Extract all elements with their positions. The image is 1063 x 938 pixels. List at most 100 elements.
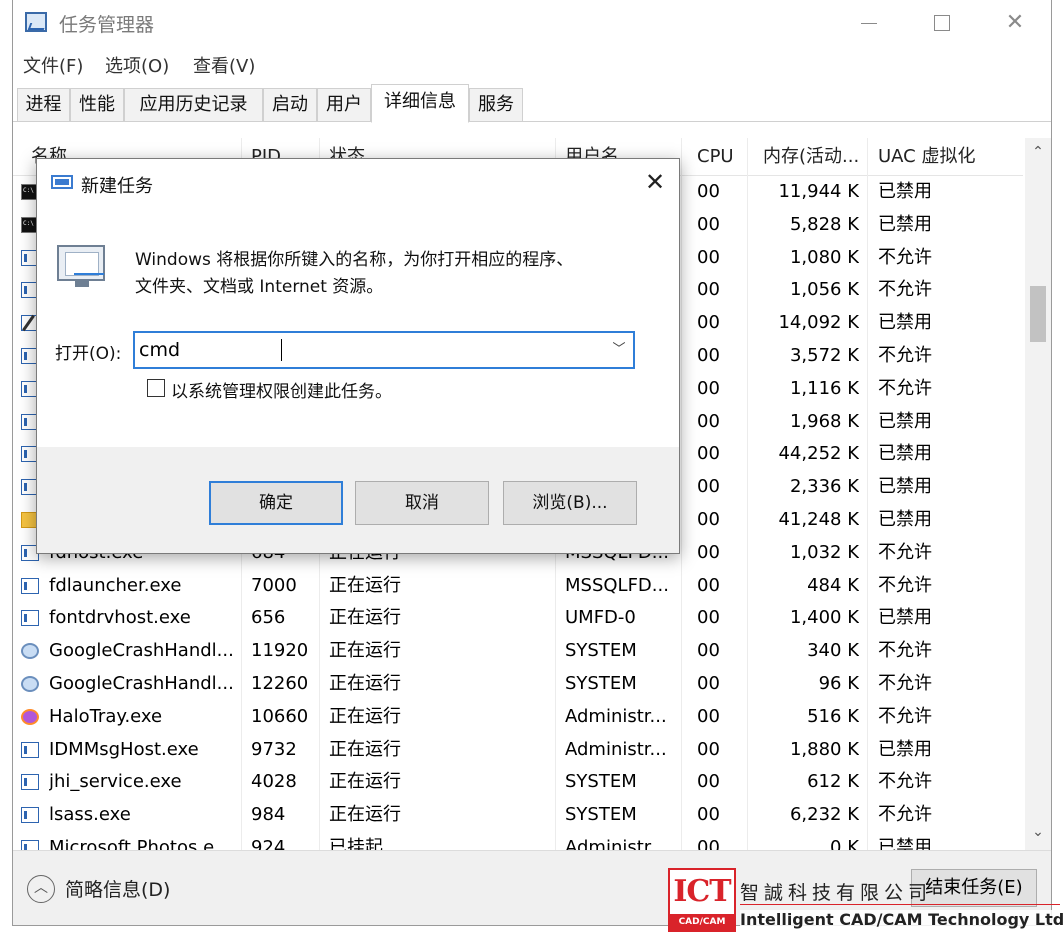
tab-startup[interactable]: 启动 <box>263 88 317 122</box>
scroll-up-icon[interactable]: ⌃ <box>1025 144 1051 166</box>
table-row[interactable]: Microsoft.Photos.e... 924 已挂起 Administr... 0… <box>13 832 1023 850</box>
process-cpu: 00 <box>697 312 720 334</box>
process-uac: 已禁用 <box>878 443 932 465</box>
menu-file[interactable]: 文件(F) <box>23 52 83 78</box>
process-cpu: 00 <box>697 738 720 760</box>
title-bar: 任务管理器 ✕ <box>13 0 1051 46</box>
chevron-up-icon[interactable]: ︿ <box>27 875 55 903</box>
browse-button[interactable]: 浏览(B)... <box>503 481 637 525</box>
cancel-button[interactable]: 取消 <box>355 481 489 525</box>
process-uac: 已禁用 <box>878 508 932 530</box>
process-uac: 不允许 <box>878 804 932 826</box>
process-uac: 不允许 <box>878 640 932 662</box>
process-memory: 5,828 K <box>789 213 859 235</box>
process-username: SYSTEM <box>565 771 637 793</box>
maximize-button[interactable] <box>906 0 978 46</box>
dialog-close-button[interactable]: ✕ <box>641 169 669 197</box>
task-manager-icon <box>25 12 47 32</box>
process-status: 正在运行 <box>329 705 401 727</box>
ok-button[interactable]: 确定 <box>209 481 343 525</box>
scrollbar-thumb[interactable] <box>1030 286 1046 342</box>
logo-text: ICT <box>673 874 731 909</box>
company-logo: ICT CAD/CAM <box>668 868 736 932</box>
process-cpu: 00 <box>697 476 720 498</box>
process-memory: 1,056 K <box>789 279 859 301</box>
admin-privileges-label[interactable]: 以系统管理权限创建此任务。 <box>171 377 392 402</box>
process-memory: 1,116 K <box>789 377 859 399</box>
process-pid: 656 <box>251 607 286 629</box>
process-name: Microsoft.Photos.e... <box>49 836 232 850</box>
globe-icon <box>21 643 39 660</box>
open-label: 打开(O): <box>55 344 122 364</box>
process-cpu: 00 <box>697 508 720 530</box>
tab-users[interactable]: 用户 <box>317 88 371 122</box>
process-uac: 不允许 <box>878 705 932 727</box>
process-uac: 已禁用 <box>878 181 932 202</box>
process-memory: 41,248 K <box>778 508 859 530</box>
close-button[interactable]: ✕ <box>979 0 1051 46</box>
process-status: 正在运行 <box>329 640 401 662</box>
tab-services[interactable]: 服务 <box>469 88 523 122</box>
table-row[interactable]: GoogleCrashHandl... 11920 正在运行 SYSTEM 00 340 … <box>13 635 1023 668</box>
process-name: GoogleCrashHandl... <box>49 640 234 662</box>
process-memory: 1,880 K <box>789 738 859 760</box>
run-program-icon <box>57 245 107 289</box>
tab-details[interactable]: 详细信息 <box>371 84 469 123</box>
process-memory: 14,092 K <box>778 312 859 334</box>
open-combobox[interactable]: ﹀ <box>133 331 635 369</box>
tab-processes[interactable]: 进程 <box>17 88 70 122</box>
tab-bar: 进程 性能 应用历史记录 启动 用户 详细信息 服务 <box>17 84 1051 123</box>
dialog-title: 新建任务 <box>81 176 153 197</box>
app-icon <box>21 610 39 627</box>
process-uac: 已禁用 <box>878 312 932 334</box>
chevron-down-icon[interactable]: ﹀ <box>607 337 631 363</box>
process-uac: 不允许 <box>878 246 932 268</box>
process-pid: 11920 <box>251 640 309 662</box>
process-cpu: 00 <box>697 246 720 268</box>
process-memory: 1,080 K <box>789 246 859 268</box>
process-username: Administr... <box>565 738 667 760</box>
column-memory[interactable]: 内存(活动... <box>753 138 867 176</box>
process-username: MSSQLFD... <box>565 574 669 596</box>
table-row[interactable]: fontdrvhost.exe 656 正在运行 UMFD-0 00 1,400 K 已禁用 <box>13 602 1023 635</box>
menu-view[interactable]: 查看(V) <box>193 52 255 78</box>
process-cpu: 00 <box>697 607 720 629</box>
process-name: HaloTray.exe <box>49 705 163 727</box>
process-username: SYSTEM <box>565 640 637 662</box>
table-row[interactable]: jhi_service.exe 4028 正在运行 SYSTEM 00 612 K 不允许 <box>13 766 1023 799</box>
process-status: 正在运行 <box>329 574 401 596</box>
process-cpu: 00 <box>697 443 720 465</box>
table-row[interactable]: GoogleCrashHandl... 12260 正在运行 SYSTEM 00 96 K… <box>13 668 1023 701</box>
column-cpu[interactable]: CPU <box>687 138 745 176</box>
process-memory: 2,336 K <box>789 476 859 498</box>
admin-privileges-checkbox[interactable] <box>147 379 165 397</box>
menu-options[interactable]: 选项(O) <box>105 52 169 78</box>
process-username: Administr... <box>565 705 667 727</box>
process-status: 已挂起 <box>329 836 383 850</box>
halo-icon <box>21 708 39 725</box>
tab-app-history[interactable]: 应用历史记录 <box>124 88 263 122</box>
open-input[interactable] <box>139 335 599 365</box>
process-cpu: 00 <box>697 181 720 202</box>
process-memory: 44,252 K <box>778 443 859 465</box>
tab-performance[interactable]: 性能 <box>70 88 124 122</box>
column-uac[interactable]: UAC 虚拟化 <box>868 138 1018 176</box>
process-memory: 96 K <box>818 672 859 694</box>
scroll-down-icon[interactable]: ⌄ <box>1025 824 1051 846</box>
fewer-details-link[interactable]: 简略信息(D) <box>65 875 170 902</box>
run-icon <box>51 175 73 189</box>
minimize-button[interactable] <box>833 0 905 46</box>
process-cpu: 00 <box>697 672 720 694</box>
table-row[interactable]: IDMMsgHost.exe 9732 正在运行 Administr... 00 1,88… <box>13 734 1023 767</box>
process-status: 正在运行 <box>329 738 401 760</box>
create-new-task-dialog: 新建任务 ✕ Windows 将根据你所键入的名称，为你打开相应的程序、 文件夹… <box>36 158 680 554</box>
table-row[interactable]: HaloTray.exe 10660 正在运行 Administr... 00 516 K… <box>13 701 1023 734</box>
company-name-chinese: 智誠科技有限公司 <box>740 882 933 904</box>
process-memory: 1,032 K <box>789 541 859 563</box>
process-username: SYSTEM <box>565 804 637 826</box>
process-pid: 984 <box>251 804 286 826</box>
table-row[interactable]: fdlauncher.exe 7000 正在运行 MSSQLFD... 00 484 K 不… <box>13 570 1023 603</box>
process-cpu: 00 <box>697 213 720 235</box>
vertical-scrollbar[interactable]: ⌃ ⌄ <box>1025 138 1051 850</box>
table-row[interactable]: lsass.exe 984 正在运行 SYSTEM 00 6,232 K 不允许 <box>13 799 1023 832</box>
